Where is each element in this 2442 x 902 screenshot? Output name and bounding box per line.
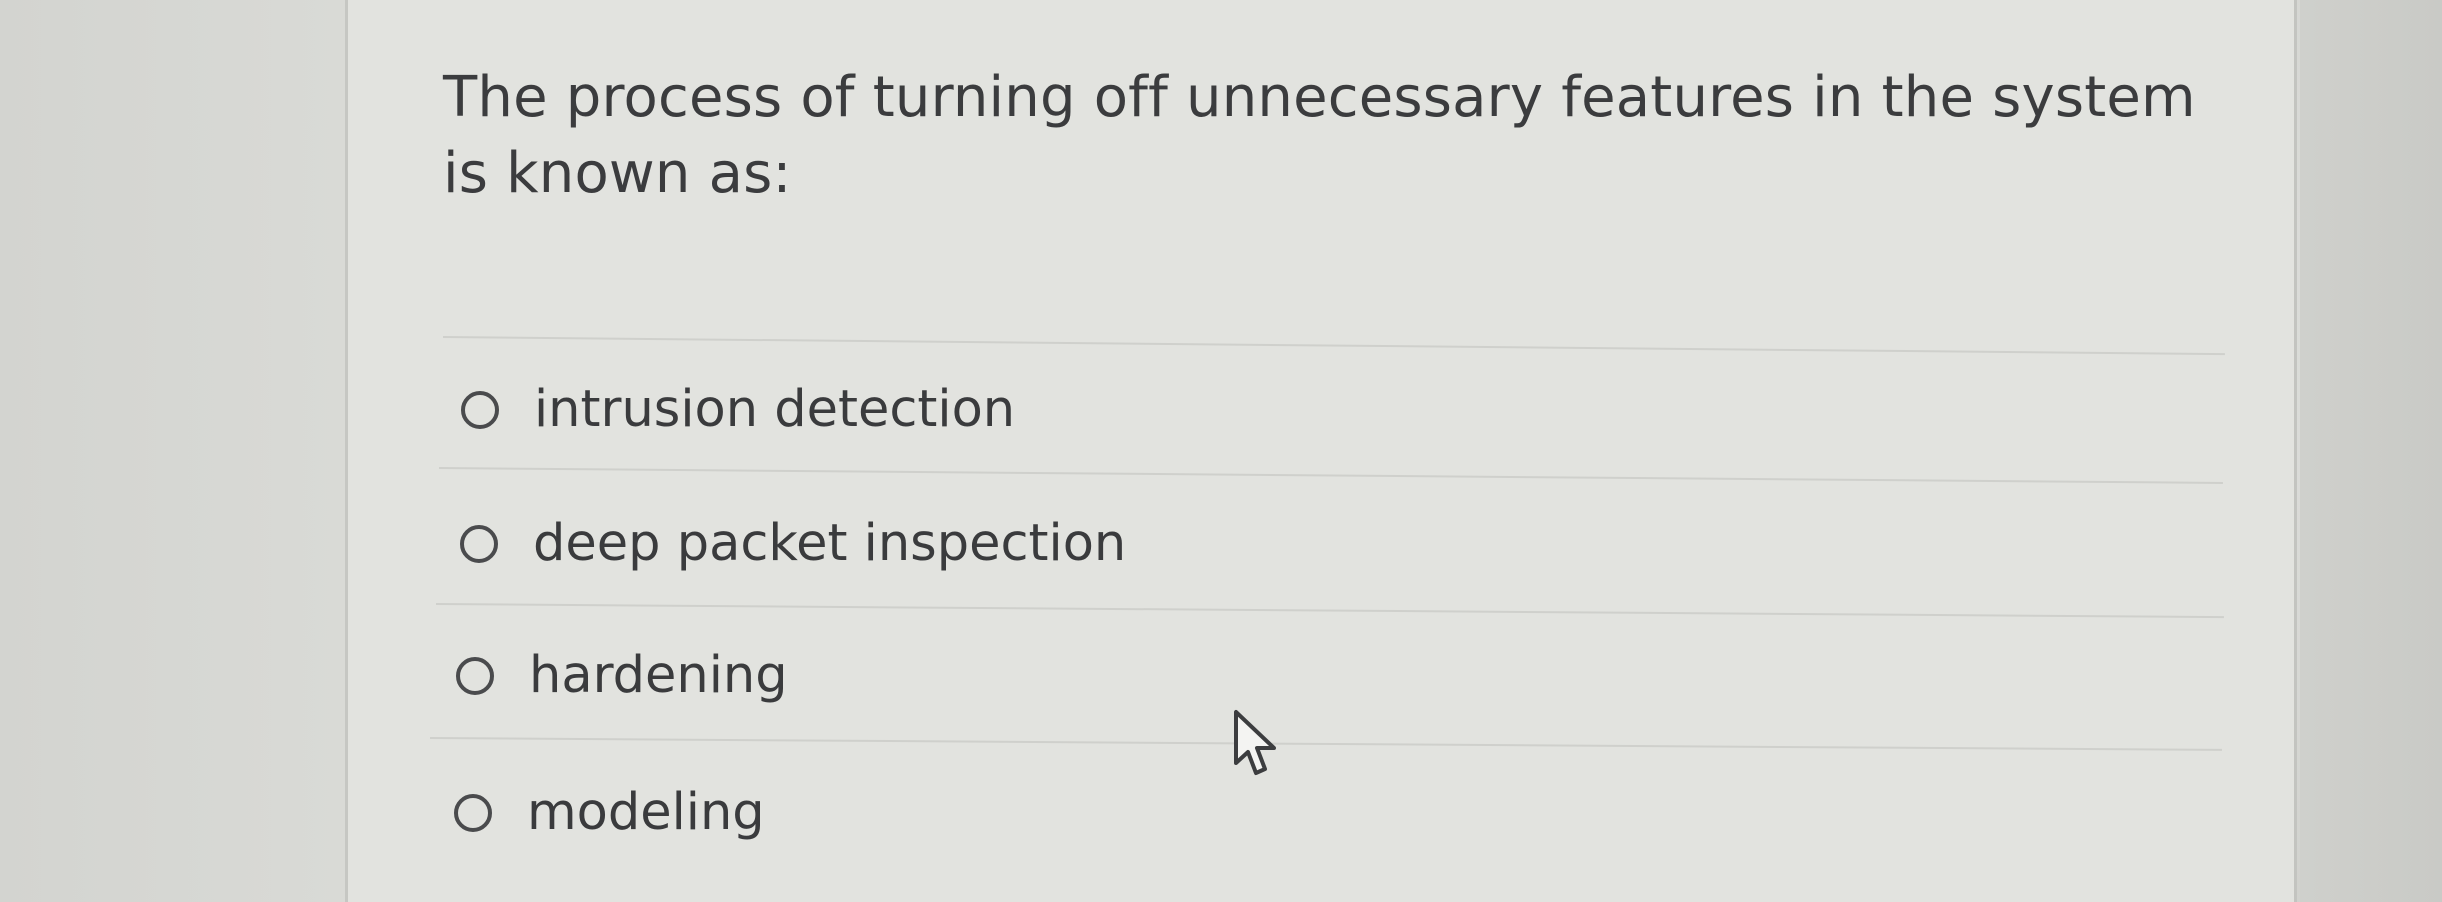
option-label: intrusion detection xyxy=(534,380,1016,439)
radio-button-icon[interactable] xyxy=(456,656,494,695)
option-intrusion-detection[interactable]: intrusion detection xyxy=(461,380,1015,439)
right-margin xyxy=(2300,0,2442,902)
option-label: hardening xyxy=(529,646,788,705)
radio-button-icon[interactable] xyxy=(460,524,498,563)
radio-button-icon[interactable] xyxy=(454,793,492,832)
option-label: modeling xyxy=(527,783,765,842)
screen: The process of turning off unnecessary f… xyxy=(0,0,2442,902)
radio-button-icon[interactable] xyxy=(461,390,499,429)
option-modeling[interactable]: modeling xyxy=(454,783,765,842)
option-deep-packet-inspection[interactable]: deep packet inspection xyxy=(460,514,1126,573)
left-margin xyxy=(0,0,345,902)
mouse-pointer-icon xyxy=(1234,710,1276,775)
question-text: The process of turning off unnecessary f… xyxy=(443,65,2196,206)
option-hardening[interactable]: hardening xyxy=(456,646,788,705)
option-label: deep packet inspection xyxy=(533,514,1127,573)
